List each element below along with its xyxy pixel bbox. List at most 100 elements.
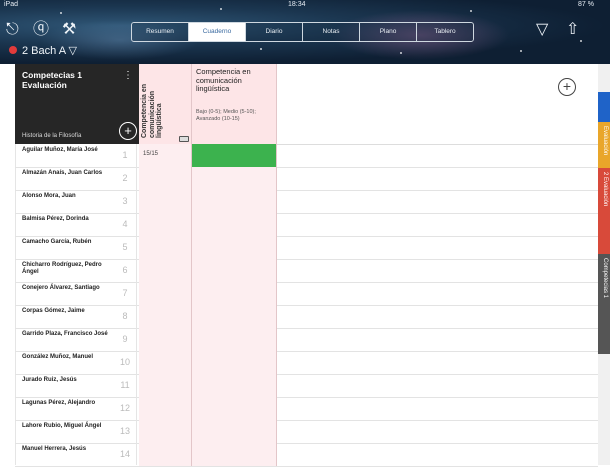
competency-summary-cell[interactable] xyxy=(139,443,192,466)
table-row[interactable]: Camacho García, Rubén 5 xyxy=(15,236,598,260)
competency-cell[interactable] xyxy=(192,420,277,443)
competency-cell[interactable] xyxy=(192,236,277,259)
competency-cell[interactable] xyxy=(192,443,277,466)
column-toggle-icon[interactable] xyxy=(179,136,189,142)
table-row[interactable]: Manuel Herrera, Jesús 14 xyxy=(15,443,598,467)
tab-plano[interactable]: Plano xyxy=(360,23,417,41)
competency-summary-cell[interactable] xyxy=(139,213,192,236)
wrench-icon[interactable]: ⚒ xyxy=(62,22,76,38)
competency-title: Competencia en comunicación lingüística xyxy=(196,67,251,93)
student-name[interactable]: Aguilar Muñoz, María José xyxy=(22,147,112,154)
star xyxy=(220,8,222,10)
competency-summary-cell[interactable] xyxy=(139,305,192,328)
row-number: 4 xyxy=(122,219,128,229)
competency-cell[interactable] xyxy=(192,305,277,328)
student-name[interactable]: Conejero Álvarez, Santiago xyxy=(22,285,112,292)
student-name[interactable]: Balmisa Pérez, Dorinda xyxy=(22,216,112,223)
back-icon[interactable]: ⎋ xyxy=(6,22,19,38)
competency-cell[interactable] xyxy=(192,259,277,282)
menu-dots-icon[interactable]: ⋮ xyxy=(123,70,133,81)
table-row[interactable]: Lagunas Pérez, Alejandro 12 xyxy=(15,397,598,421)
student-name[interactable]: Alonso Mora, Juan xyxy=(22,193,112,200)
star xyxy=(60,12,62,14)
competency-cell[interactable] xyxy=(192,282,277,305)
student-name[interactable]: González Muñoz, Manuel xyxy=(22,354,112,361)
tab-diario[interactable]: Diario xyxy=(246,23,303,41)
tab-notas[interactable]: Notas xyxy=(303,23,360,41)
competency-summary-cell[interactable] xyxy=(139,259,192,282)
row-number: 11 xyxy=(120,380,130,390)
competency-summary-cell[interactable] xyxy=(139,374,192,397)
chevron-down-icon: ▽ xyxy=(68,45,77,57)
table-row[interactable]: Corpas Gómez, Jaime 8 xyxy=(15,305,598,329)
share-icon[interactable]: ⇧ xyxy=(566,22,579,38)
side-tab-label: Evaluación xyxy=(602,126,608,156)
competency-cell[interactable] xyxy=(192,351,277,374)
table-row[interactable]: Conejero Álvarez, Santiago 7 xyxy=(15,282,598,306)
competency-cell[interactable] xyxy=(192,144,277,167)
student-name[interactable]: Chicharro Rodríguez, Pedro Ángel xyxy=(22,262,112,276)
table-row[interactable]: Chicharro Rodríguez, Pedro Ángel 6 xyxy=(15,259,598,283)
competency-cell[interactable] xyxy=(192,397,277,420)
competency-summary-cell[interactable] xyxy=(139,351,192,374)
competency-summary-cell[interactable]: 15/15 xyxy=(139,144,192,167)
battery: 87 % xyxy=(578,1,594,8)
help-icon[interactable]: ⓠ xyxy=(33,22,49,38)
star xyxy=(470,10,472,12)
competency-summary-cell[interactable] xyxy=(139,328,192,351)
class-color-dot xyxy=(9,46,17,54)
divider xyxy=(136,144,137,465)
add-student-button[interactable]: + xyxy=(119,122,137,140)
competency-summary-cell[interactable] xyxy=(139,397,192,420)
star xyxy=(520,50,522,52)
side-tab-evaluacion[interactable]: Evaluación xyxy=(598,122,610,168)
table-row[interactable]: Alonso Mora, Juan 3 xyxy=(15,190,598,214)
tab-cuaderno[interactable]: Cuaderno xyxy=(189,23,246,41)
student-name[interactable]: Garrido Plaza, Francisco José xyxy=(22,331,112,338)
student-name[interactable]: Manuel Herrera, Jesús xyxy=(22,446,112,453)
table-row[interactable]: Lahore Rubio, Miguel Ángel 13 xyxy=(15,420,598,444)
competency-summary-cell[interactable] xyxy=(139,167,192,190)
row-number: 6 xyxy=(122,265,128,275)
class-label: 2 Bach A xyxy=(22,45,66,57)
gradebook-grid: Competecias 1 Evaluación ⋮ Historia de l… xyxy=(0,64,598,467)
competency-column-header[interactable]: Competencia en comunicación lingüística … xyxy=(192,64,277,145)
student-name[interactable]: Corpas Gómez, Jaime xyxy=(22,308,112,315)
table-row[interactable]: Aguilar Muñoz, María José 1 15/15 xyxy=(15,144,598,168)
row-number: 2 xyxy=(122,173,128,183)
table-row[interactable]: González Muñoz, Manuel 10 xyxy=(15,351,598,375)
student-name[interactable]: Jurado Ruiz, Jesús xyxy=(22,377,112,384)
student-name[interactable]: Camacho García, Rubén xyxy=(22,239,112,246)
side-tab-competecias[interactable]: Competecias 1 xyxy=(598,254,610,354)
row-number: 10 xyxy=(119,357,130,367)
competency-cell[interactable] xyxy=(192,190,277,213)
add-column-button[interactable]: + xyxy=(558,78,576,96)
tab-tablero[interactable]: Tablero xyxy=(417,23,473,41)
competency-cell[interactable] xyxy=(192,328,277,351)
competency-cell[interactable] xyxy=(192,213,277,236)
competency-summary-cell[interactable] xyxy=(139,190,192,213)
competency-cell[interactable] xyxy=(192,167,277,190)
student-name[interactable]: Almazán Anaís, Juan Carlos xyxy=(22,170,112,177)
student-name[interactable]: Lagunas Pérez, Alejandro xyxy=(22,400,112,407)
side-tab-2-evaluacion[interactable]: 2 Evaluación xyxy=(598,168,610,254)
competency-summary-cell[interactable] xyxy=(139,420,192,443)
competency-summary-cell[interactable] xyxy=(139,282,192,305)
row-number: 14 xyxy=(119,449,130,459)
filter-icon[interactable]: ▽ xyxy=(536,22,548,38)
left-margin xyxy=(0,64,16,465)
table-row[interactable]: Almazán Anaís, Juan Carlos 2 xyxy=(15,167,598,191)
table-row[interactable]: Balmisa Pérez, Dorinda 4 xyxy=(15,213,598,237)
row-number: 12 xyxy=(119,403,130,413)
table-row[interactable]: Garrido Plaza, Francisco José 9 xyxy=(15,328,598,352)
row-number: 8 xyxy=(122,311,128,321)
table-row[interactable]: Jurado Ruiz, Jesús 11 xyxy=(15,374,598,398)
class-selector[interactable]: 2 Bach A ▽ xyxy=(22,44,77,57)
tab-resumen[interactable]: Resumen xyxy=(132,23,189,41)
student-name[interactable]: Lahore Rubio, Miguel Ángel xyxy=(22,423,112,430)
competency-summary-column[interactable]: Competencia en comunicación lingüística xyxy=(139,64,192,145)
competency-summary-cell[interactable] xyxy=(139,236,192,259)
side-tab-blue[interactable] xyxy=(598,92,610,122)
competency-cell[interactable] xyxy=(192,374,277,397)
score-value: 15/15 xyxy=(143,151,159,157)
